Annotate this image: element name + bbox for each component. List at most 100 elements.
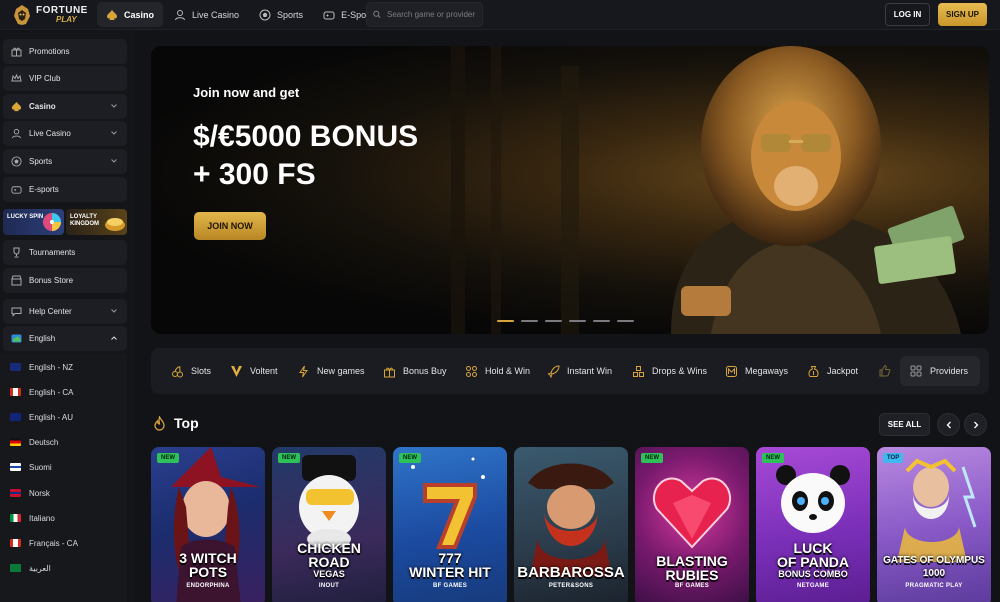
language-option-italiano[interactable]: Italiano	[10, 509, 55, 527]
language-option-norsk[interactable]: Norsk	[10, 484, 50, 502]
hero-title-line1: $/€5000 BONUS	[193, 120, 419, 153]
sidebar-item-tournaments[interactable]: Tournaments	[3, 240, 127, 265]
game-card-barbarossa[interactable]: BARBAROSSA PETER&SONS	[514, 447, 628, 602]
fi-flag-icon	[10, 463, 21, 471]
category-label: Megaways	[745, 366, 789, 376]
sidebar-item-label: Tournaments	[29, 248, 76, 257]
sidebar-item-vip-club[interactable]: VIP Club	[3, 66, 127, 91]
sidebar-item-promotions[interactable]: Promotions	[3, 39, 127, 64]
game-card-777-winter-hit[interactable]: NEW 777 WINTER HIT BF GAMES	[393, 447, 507, 602]
carousel-dot[interactable]	[569, 320, 586, 322]
sidebar-item-label: Sports	[29, 157, 53, 166]
scroll-right-button[interactable]	[964, 413, 987, 436]
language-option-english-ca[interactable]: English - CA	[10, 383, 73, 401]
new-badge: NEW	[641, 453, 663, 463]
game-card-blasting-rubies[interactable]: NEW BLASTING RUBIES BF GAMES	[635, 447, 749, 602]
chevron-left-icon	[946, 421, 951, 428]
lightning-icon	[299, 365, 308, 377]
search-icon	[373, 10, 381, 19]
sidebar-item-casino[interactable]: Casino	[3, 94, 127, 119]
game-title: BLASTING RUBIES	[656, 553, 728, 583]
category-hold-and-win[interactable]: Hold & Win	[465, 363, 530, 379]
sidebar-item-bonus-store[interactable]: Bonus Store	[3, 268, 127, 293]
providers-button[interactable]: Providers	[900, 356, 980, 386]
scroll-left-button[interactable]	[937, 413, 960, 436]
see-all-button[interactable]: SEE ALL	[879, 413, 930, 436]
sa-flag-icon	[10, 564, 21, 572]
language-label: English - CA	[29, 387, 74, 397]
game-provider: BF GAMES	[432, 583, 468, 589]
game-card-gates-of-olympus-1000[interactable]: TOP GATES OF OLYMPUS 1000 PRAGMATIC PLAY	[877, 447, 991, 602]
new-badge: NEW	[157, 453, 179, 463]
game-card-3-witch-pots[interactable]: NEW 3 WITCH POTS ENDORPHINA	[151, 447, 265, 602]
lucky-spin-card[interactable]: LUCKY SPIN	[3, 209, 64, 235]
carousel-dot[interactable]	[497, 320, 514, 322]
category-slots[interactable]: Slots	[171, 363, 211, 379]
category-voltent[interactable]: Voltent	[230, 363, 278, 379]
category-jackpot[interactable]: Jackpot	[807, 363, 858, 379]
language-option-english-nz[interactable]: English - NZ	[10, 358, 73, 376]
language-option-arabic[interactable]: العربية	[10, 559, 51, 577]
category-bonus-buy[interactable]: Bonus Buy	[383, 363, 447, 379]
sidebar-item-sports[interactable]: Sports	[3, 149, 127, 174]
game-provider: NETGAME	[796, 583, 830, 589]
login-button[interactable]: LOG IN	[885, 3, 930, 26]
category-bar: Slots Voltent New games Bonus Buy Hold &…	[151, 348, 989, 394]
carousel-dot[interactable]	[593, 320, 610, 322]
language-option-francais-ca[interactable]: Français - CA	[10, 534, 78, 552]
language-option-deutsch[interactable]: Deutsch	[10, 433, 58, 451]
category-label: Drops & Wins	[652, 366, 708, 376]
top-badge: TOP	[883, 453, 904, 463]
topnav-live-casino[interactable]: Live Casino	[165, 2, 248, 27]
game-card-chicken-road-vegas[interactable]: NEW CHICKEN ROAD VEGAS INOUT	[272, 447, 386, 602]
top-games-row: NEW 3 WITCH POTS ENDORPHINA NEW CHICKEN …	[151, 447, 991, 602]
language-option-suomi[interactable]: Suomi	[10, 458, 52, 476]
hero-banner[interactable]: Join now and get $/€5000 BONUS + 300 FS …	[151, 46, 989, 334]
sidebar-item-label: Promotions	[29, 47, 70, 56]
sidebar-item-esports[interactable]: E-sports	[3, 177, 127, 202]
brand-name-bottom: PLAY	[56, 15, 77, 24]
category-megaways[interactable]: Megaways	[725, 363, 788, 379]
carousel-dot[interactable]	[521, 320, 538, 322]
sidebar-item-help-center[interactable]: Help Center	[3, 299, 127, 324]
globe-icon	[11, 334, 22, 343]
topnav-sports[interactable]: Sports	[250, 2, 312, 27]
gamepad-icon	[11, 186, 22, 194]
game-subtitle: VEGAS	[313, 569, 345, 579]
language-option-english-au[interactable]: English - AU	[10, 408, 73, 426]
search-input[interactable]	[387, 10, 482, 19]
hero-title-line2: + 300 FS	[193, 158, 316, 191]
carousel-dot[interactable]	[545, 320, 562, 322]
sidebar-item-live-casino[interactable]: Live Casino	[3, 121, 127, 146]
de-flag-icon	[10, 438, 21, 446]
chevron-down-icon	[111, 309, 117, 313]
game-title: LUCK OF PANDA	[776, 540, 850, 570]
loyalty-kingdom-card[interactable]: LOYALTY KINGDOM	[66, 209, 127, 235]
sidebar-item-label: VIP Club	[29, 74, 61, 83]
topnav-sports-label: Sports	[277, 9, 304, 20]
new-badge: NEW	[762, 453, 784, 463]
category-instant-win[interactable]: Instant Win	[547, 363, 612, 379]
treasure-icon	[105, 218, 125, 231]
topnav-casino[interactable]: Casino	[97, 2, 164, 27]
sidebar-promo-row: LUCKY SPIN LOYALTY KINGDOM	[3, 209, 127, 235]
signup-button[interactable]: SIGN UP	[938, 3, 987, 26]
category-label: Instant Win	[567, 366, 613, 376]
search-box[interactable]	[366, 2, 483, 27]
carousel-dot[interactable]	[617, 320, 634, 322]
sidebar-item-label: E-sports	[29, 185, 59, 194]
category-label: Bonus Buy	[403, 366, 447, 376]
chevron-right-icon	[973, 421, 978, 428]
category-drops-and-wins[interactable]: Drops & Wins	[632, 363, 707, 379]
spade-icon	[107, 9, 117, 20]
join-now-button[interactable]: JOIN NOW	[194, 212, 266, 240]
ca-flag-icon	[10, 388, 21, 396]
providers-label: Providers	[930, 366, 969, 376]
game-card-luck-of-panda[interactable]: NEW LUCK OF PANDA BONUS COMBO NETGAME	[756, 447, 870, 602]
topnav-live-casino-label: Live Casino	[192, 9, 240, 20]
moneybag-icon	[808, 365, 819, 377]
category-label: Jackpot	[827, 366, 859, 376]
fortune-play-logo[interactable]: FORTUNE PLAY	[10, 2, 90, 28]
category-new-games[interactable]: New games	[297, 363, 365, 379]
sidebar-item-language[interactable]: English	[3, 326, 127, 351]
